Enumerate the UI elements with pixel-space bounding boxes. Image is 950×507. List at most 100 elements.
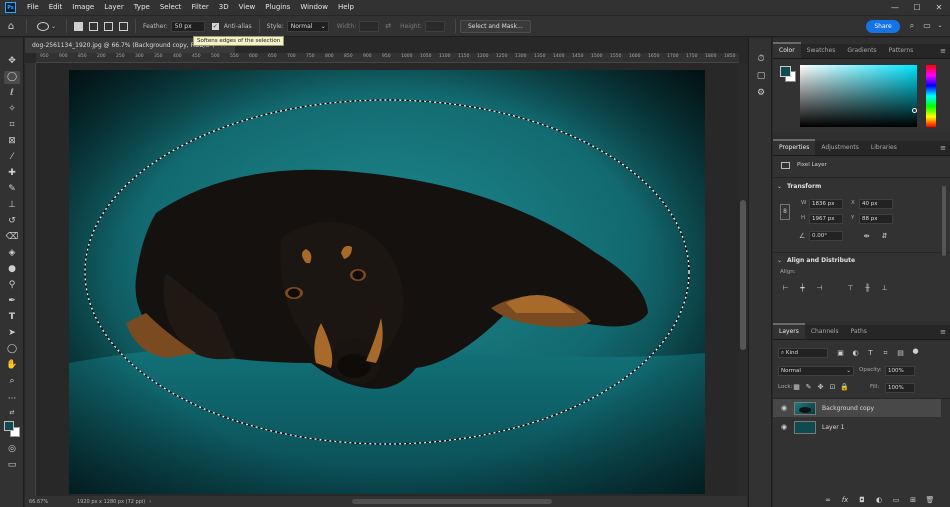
clone-stamp-tool-icon[interactable]: ⊥ [4, 199, 20, 212]
new-layer-icon[interactable]: ⊞ [908, 496, 918, 505]
align-top-icon[interactable]: ⊤ [845, 283, 856, 294]
tab-layers[interactable]: Layers [773, 323, 805, 339]
frame-tool-icon[interactable]: ⊠ [4, 135, 20, 148]
layer-filter-select[interactable]: ⌕ Kind [778, 348, 828, 358]
link-layers-icon[interactable]: ∞ [823, 496, 833, 505]
lock-artboard-icon[interactable]: ⊡ [827, 382, 838, 393]
menu-layer[interactable]: Layer [99, 0, 129, 15]
menu-select[interactable]: Select [155, 0, 187, 15]
flip-vertical-icon[interactable]: ⇵ [879, 231, 890, 242]
close-button[interactable]: ✕ [928, 0, 950, 15]
menu-window[interactable]: Window [295, 0, 333, 15]
lock-all-icon[interactable]: 🔒 [839, 382, 850, 393]
photo-canvas[interactable] [36, 63, 739, 496]
filter-pixel-icon[interactable]: ▣ [835, 348, 846, 359]
more-tools-icon[interactable]: ··· [4, 393, 20, 406]
lock-pixels-icon[interactable]: ✎ [803, 382, 814, 393]
menu-filter[interactable]: Filter [186, 0, 213, 15]
chevron-down-icon[interactable]: ⌄ [51, 23, 56, 30]
menu-help[interactable]: Help [333, 0, 359, 15]
tab-patterns[interactable]: Patterns [883, 44, 920, 58]
fg-color-swatch[interactable] [780, 66, 791, 77]
blend-mode-select[interactable]: Normal ⌄ [778, 366, 854, 376]
blur-tool-icon[interactable]: ● [4, 263, 20, 276]
chevron-right-icon[interactable]: › [149, 499, 151, 505]
tab-gradients[interactable]: Gradients [841, 44, 882, 58]
history-brush-tool-icon[interactable]: ↺ [4, 215, 20, 228]
lock-transparency-icon[interactable]: ▦ [791, 382, 802, 393]
color-field[interactable] [800, 65, 917, 127]
zoom-level[interactable]: 66.67% [29, 499, 71, 505]
subtract-from-selection-icon[interactable] [104, 21, 114, 31]
menu-type[interactable]: Type [129, 0, 155, 15]
w-input[interactable]: 1836 px [809, 199, 843, 209]
quick-mask-icon[interactable]: ◎ [4, 443, 20, 456]
tab-libraries[interactable]: Libraries [865, 141, 903, 155]
dodge-tool-icon[interactable]: ⚲ [4, 279, 20, 292]
type-tool-icon[interactable]: T [4, 311, 20, 324]
eye-icon[interactable]: ◉ [778, 423, 790, 431]
magic-wand-tool-icon[interactable]: ✧ [4, 103, 20, 116]
filter-type-icon[interactable]: T [865, 348, 876, 359]
hand-tool-icon[interactable]: ✋ [4, 359, 20, 372]
screen-mode-icon[interactable]: ▭ [4, 459, 20, 472]
layer-name[interactable]: Layer 1 [822, 424, 844, 431]
new-group-icon[interactable]: ▭ [891, 496, 901, 505]
layer-row[interactable]: ◉ Background copy [773, 399, 941, 417]
chevron-down-icon[interactable]: ⌄ [777, 257, 782, 264]
opacity-input[interactable]: 100% [885, 366, 915, 376]
brush-tool-icon[interactable]: ✎ [4, 183, 20, 196]
healing-brush-tool-icon[interactable]: ✚ [4, 167, 20, 180]
lock-position-icon[interactable]: ✥ [815, 382, 826, 393]
hue-slider[interactable] [926, 65, 936, 127]
delete-layer-icon[interactable]: 🗑 [925, 496, 935, 505]
paint-bucket-tool-icon[interactable]: ◈ [4, 247, 20, 260]
tab-swatches[interactable]: Swatches [801, 44, 842, 58]
eye-icon[interactable]: ◉ [778, 404, 790, 412]
panel-menu-icon[interactable]: ≡ [940, 141, 946, 155]
align-center-v-icon[interactable]: ╫ [862, 283, 873, 294]
properties-scrollbar-thumb[interactable] [942, 186, 946, 256]
fill-input[interactable]: 100% [885, 383, 915, 393]
history-icon[interactable]: ⏱ [755, 53, 767, 65]
comment-icon[interactable]: ▢ [755, 70, 767, 82]
chevron-down-icon[interactable]: ⌄ [777, 183, 782, 190]
y-input[interactable]: 88 px [859, 214, 893, 224]
ellipse-tool-icon[interactable]: ◯ [4, 343, 20, 356]
antialias-checkbox[interactable]: ✓ [211, 22, 219, 30]
menu-view[interactable]: View [234, 0, 261, 15]
link-icon[interactable]: 8 [780, 204, 790, 220]
eyedropper-tool-icon[interactable]: ⁄ [4, 151, 20, 164]
tab-color[interactable]: Color [773, 42, 801, 58]
adjustment-layer-icon[interactable]: ◐ [874, 496, 884, 505]
foreground-color-swatch[interactable] [4, 421, 14, 431]
flip-horizontal-icon[interactable]: ⇹ [861, 231, 872, 242]
align-right-icon[interactable]: ⊣ [814, 283, 825, 294]
minimize-button[interactable]: — [884, 0, 906, 15]
layer-name[interactable]: Background copy [822, 405, 874, 412]
tab-adjustments[interactable]: Adjustments [815, 141, 865, 155]
maximize-button[interactable]: ☐ [906, 0, 928, 15]
layer-style-icon[interactable]: fx [840, 496, 850, 505]
menu-3d[interactable]: 3D [214, 0, 234, 15]
new-selection-icon[interactable] [74, 21, 84, 31]
filter-smartobject-icon[interactable]: ▤ [895, 348, 906, 359]
edit-toolbar-icon[interactable]: ⇄ [4, 406, 20, 419]
panel-menu-icon[interactable]: ≡ [940, 44, 946, 58]
add-mask-icon[interactable]: ◘ [857, 496, 867, 505]
style-select[interactable]: Normal ⌄ [286, 20, 329, 32]
chevron-down-icon[interactable]: ⌄ [935, 21, 945, 31]
layer-row[interactable]: ◉ Layer 1 [773, 418, 941, 436]
align-center-h-icon[interactable]: ┿ [797, 283, 808, 294]
feather-input[interactable]: 50 px [170, 20, 205, 32]
workspace-icon[interactable]: ▭ [922, 21, 932, 31]
canvas-area[interactable] [36, 63, 739, 496]
eraser-tool-icon[interactable]: ⌫ [4, 231, 20, 244]
lasso-tool-icon[interactable]: ℓ [4, 87, 20, 100]
move-tool-icon[interactable]: ✥ [4, 55, 20, 68]
horizontal-scrollbar-thumb[interactable] [352, 499, 552, 504]
crop-tool-icon[interactable]: ⌗ [4, 119, 20, 132]
align-left-icon[interactable]: ⊢ [780, 283, 791, 294]
angle-input[interactable]: 0.00° [809, 231, 843, 241]
elliptical-marquee-preset-icon[interactable] [37, 21, 49, 31]
